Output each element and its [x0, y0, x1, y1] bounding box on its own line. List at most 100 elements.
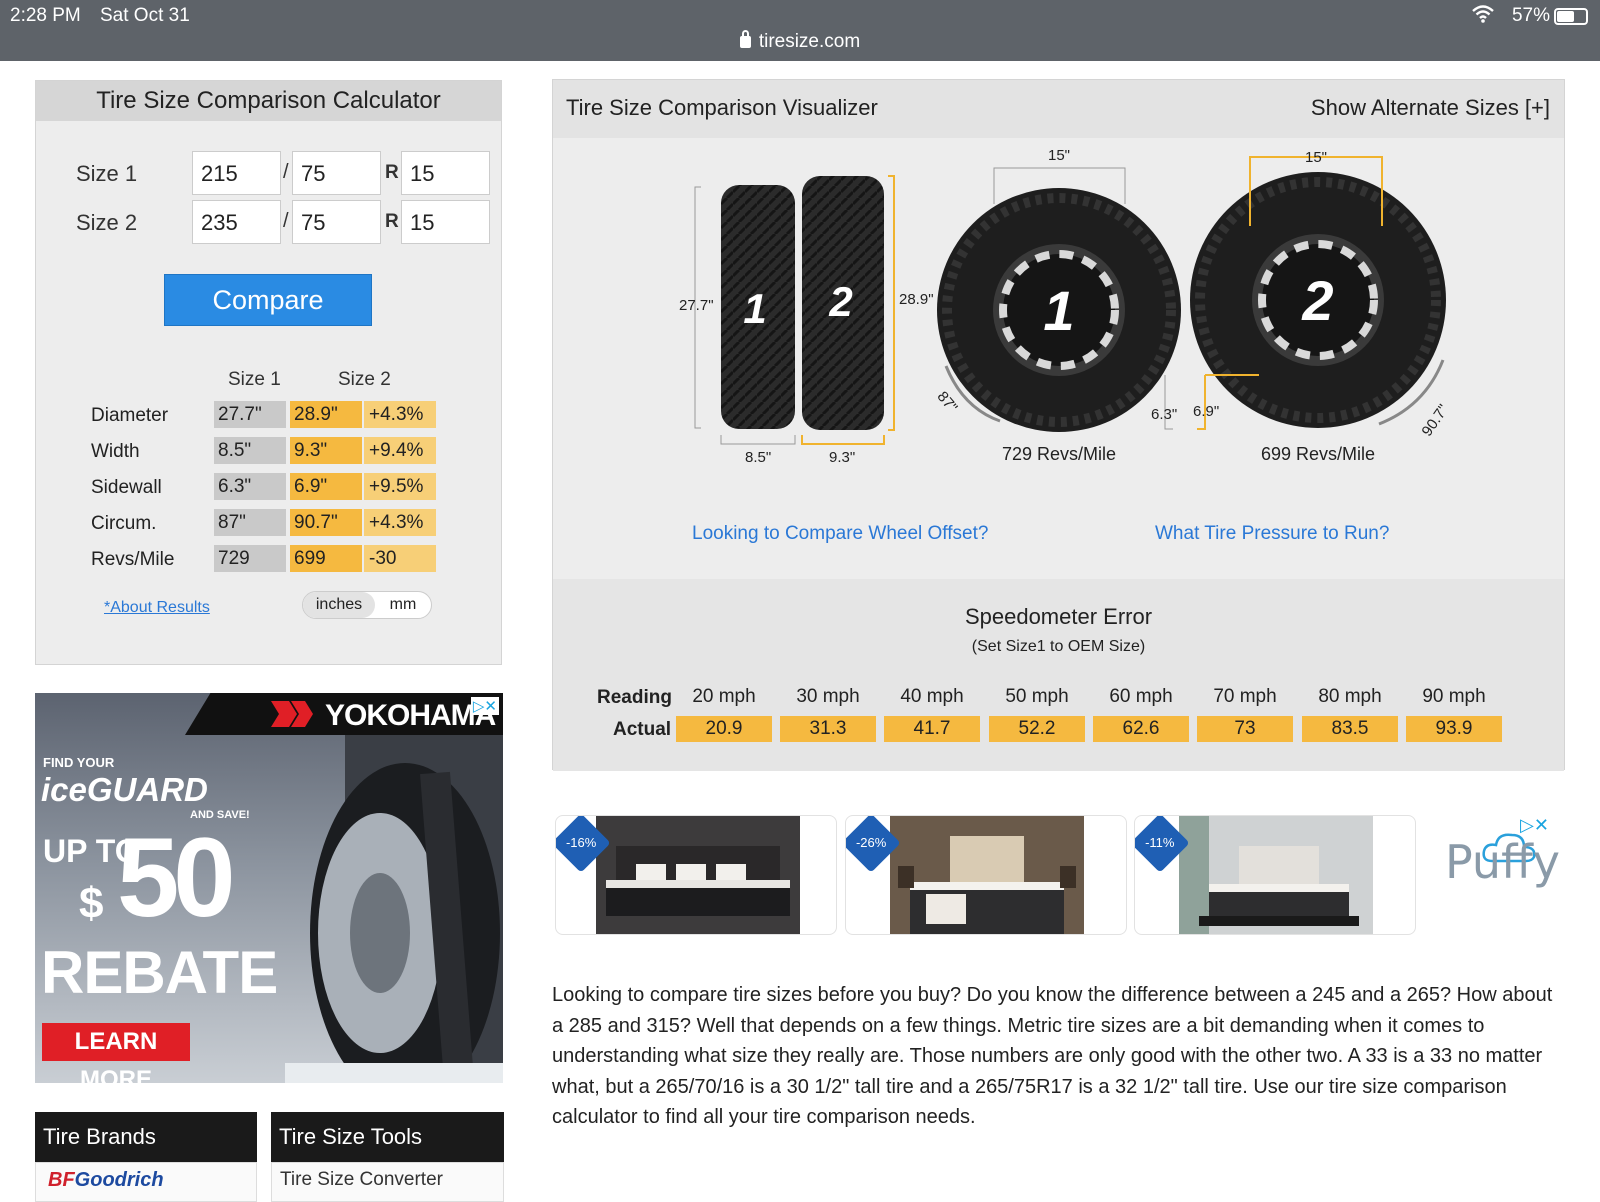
result-diff: -30 [364, 545, 436, 572]
ad-choices-icon[interactable]: ▷✕ [470, 697, 499, 715]
actual-cell: 73 [1197, 716, 1293, 742]
tab-tire-size-tools[interactable]: Tire Size Tools [271, 1112, 504, 1162]
size1-width-input[interactable]: 215 [192, 151, 281, 195]
actual-cell: 31.3 [780, 716, 876, 742]
discount-text: -16% [565, 835, 597, 851]
sidewall2-label: 6.9" [1193, 403, 1219, 420]
bed-image [596, 816, 800, 934]
size2-rim-input[interactable]: 15 [401, 200, 490, 244]
unit-toggle[interactable]: inches mm [302, 591, 432, 619]
result-size2: 699 [290, 545, 362, 572]
result-diff: +9.5% [364, 473, 436, 500]
rim1-label: 15" [1048, 147, 1070, 164]
calculator-title: Tire Size Comparison Calculator [36, 81, 501, 121]
speedo-subtitle: (Set Size1 to OEM Size) [971, 638, 1146, 655]
tool-tire-size-converter[interactable]: Tire Size Converter [280, 1169, 443, 1191]
result-size1: 6.3" [214, 473, 286, 500]
result-row-circumference: Circum. 87" 90.7" +4.3% [91, 509, 451, 537]
reading-cell: 90 mph [1422, 686, 1486, 707]
ad-amount: 50 [117, 815, 236, 940]
discount-text: -11% [1145, 835, 1175, 851]
ad-card[interactable]: -11% [1134, 815, 1416, 935]
unit-inches[interactable]: inches [303, 592, 375, 618]
ad-card[interactable]: -16% [555, 815, 837, 935]
speedo-title: Speedometer Error [964, 604, 1153, 629]
status-date: Sat Oct 31 [100, 5, 190, 26]
wifi-icon [1472, 5, 1494, 29]
tire2-side-number: 2 [828, 278, 852, 325]
tire-image [285, 733, 503, 1083]
reading-cell: 60 mph [1109, 686, 1173, 707]
circ2-label: 90.7" [1419, 401, 1453, 439]
result-diff: +4.3% [364, 509, 436, 536]
battery-percent: 57% [1511, 5, 1550, 26]
learn-more-button[interactable]: LEARN MORE [42, 1023, 190, 1083]
ad-card[interactable]: -26% [845, 815, 1127, 935]
slash: / [283, 210, 289, 232]
brand-bf: BF [48, 1169, 75, 1191]
result-size2: 90.7" [290, 509, 362, 536]
result-row-width: Width 8.5" 9.3" +9.4% [91, 437, 451, 465]
result-size2: 28.9" [290, 401, 362, 428]
r-label: R [385, 211, 399, 232]
result-size1: 87" [214, 509, 286, 536]
reading-cell: 50 mph [1005, 686, 1069, 707]
result-size2: 6.9" [290, 473, 362, 500]
show-alternate-sizes[interactable]: Show Alternate Sizes [+] [1311, 95, 1550, 121]
visualizer-header: Tire Size Comparison Visualizer Show Alt… [553, 80, 1564, 138]
reading-cell: 80 mph [1318, 686, 1382, 707]
width2-label: 9.3" [829, 449, 855, 466]
size2-width-input[interactable]: 235 [192, 200, 281, 244]
tab-tire-brands[interactable]: Tire Brands [35, 1112, 257, 1162]
size1-rim-input[interactable]: 15 [401, 151, 490, 195]
size2-label: Size 2 [76, 210, 138, 235]
battery-icon [1554, 8, 1588, 25]
reading-cell: 20 mph [692, 686, 756, 707]
wheel-offset-link[interactable]: Looking to Compare Wheel Offset? [692, 523, 988, 545]
width1-label: 8.5" [745, 449, 771, 466]
tire-pressure-link[interactable]: What Tire Pressure to Run? [1155, 523, 1389, 545]
size1-row: Size 1 215 / 75 R 15 [76, 151, 496, 195]
unit-mm[interactable]: mm [375, 592, 431, 618]
actual-cell: 93.9 [1406, 716, 1502, 742]
tire2-front-number: 2 [1301, 269, 1333, 332]
status-time: 2:28 PM [10, 5, 81, 26]
result-diff: +4.3% [364, 401, 436, 428]
visualizer-title: Tire Size Comparison Visualizer [566, 95, 878, 120]
result-name: Diameter [91, 405, 169, 426]
tire-visual: 1 2 27.7" 28.9" 8.5" 9.3" 1 15" 6.3" 87"… [679, 147, 1453, 466]
comparison-calculator: Tire Size Comparison Calculator Size 1 2… [35, 80, 502, 665]
revs2-label: 699 Revs/Mile [1261, 444, 1375, 464]
puffy-ad[interactable]: -16% -26% -11% ▷✕ Puffy [555, 815, 1570, 935]
result-size2: 9.3" [290, 437, 362, 464]
brand-goodrich: Goodrich [74, 1169, 164, 1191]
address-bar[interactable]: tiresize.com [0, 30, 1600, 53]
circ1-label: 87" [934, 388, 961, 416]
tire-brands-list: BFGoodrich [35, 1162, 257, 1202]
slash: / [283, 161, 289, 183]
size1-ratio-input[interactable]: 75 [292, 151, 381, 195]
yokohama-logo-mark [271, 701, 313, 727]
dia1-label: 27.7" [679, 297, 714, 314]
compare-button[interactable]: Compare [164, 274, 372, 326]
result-row-diameter: Diameter 27.7" 28.9" +4.3% [91, 401, 451, 429]
revs1-label: 729 Revs/Mile [1002, 444, 1116, 464]
yokohama-logo: YOKOHAMA [325, 699, 496, 732]
result-name: Width [91, 441, 140, 462]
result-name: Circum. [91, 513, 157, 534]
reading-cell: 40 mph [900, 686, 964, 707]
actual-cell: 62.6 [1093, 716, 1189, 742]
r-label: R [385, 162, 399, 183]
yokohama-ad[interactable]: YOKOHAMA ▷✕ FIND YOUR iceGUARD AND SAVE!… [35, 693, 503, 1083]
size2-ratio-input[interactable]: 75 [292, 200, 381, 244]
actual-cell: 41.7 [884, 716, 980, 742]
result-row-revs: Revs/Mile 729 699 -30 [91, 545, 451, 573]
brand-bfgoodrich[interactable]: BFGoodrich [48, 1169, 164, 1192]
results-head-size2: Size 2 [338, 369, 391, 390]
results-head-size1: Size 1 [228, 369, 281, 390]
about-results-link[interactable]: *About Results [104, 599, 210, 617]
ad-find: FIND YOUR [43, 755, 115, 770]
ad-dollar: $ [79, 879, 104, 928]
dia2-label: 28.9" [899, 291, 934, 308]
rim2-label: 15" [1305, 149, 1327, 166]
